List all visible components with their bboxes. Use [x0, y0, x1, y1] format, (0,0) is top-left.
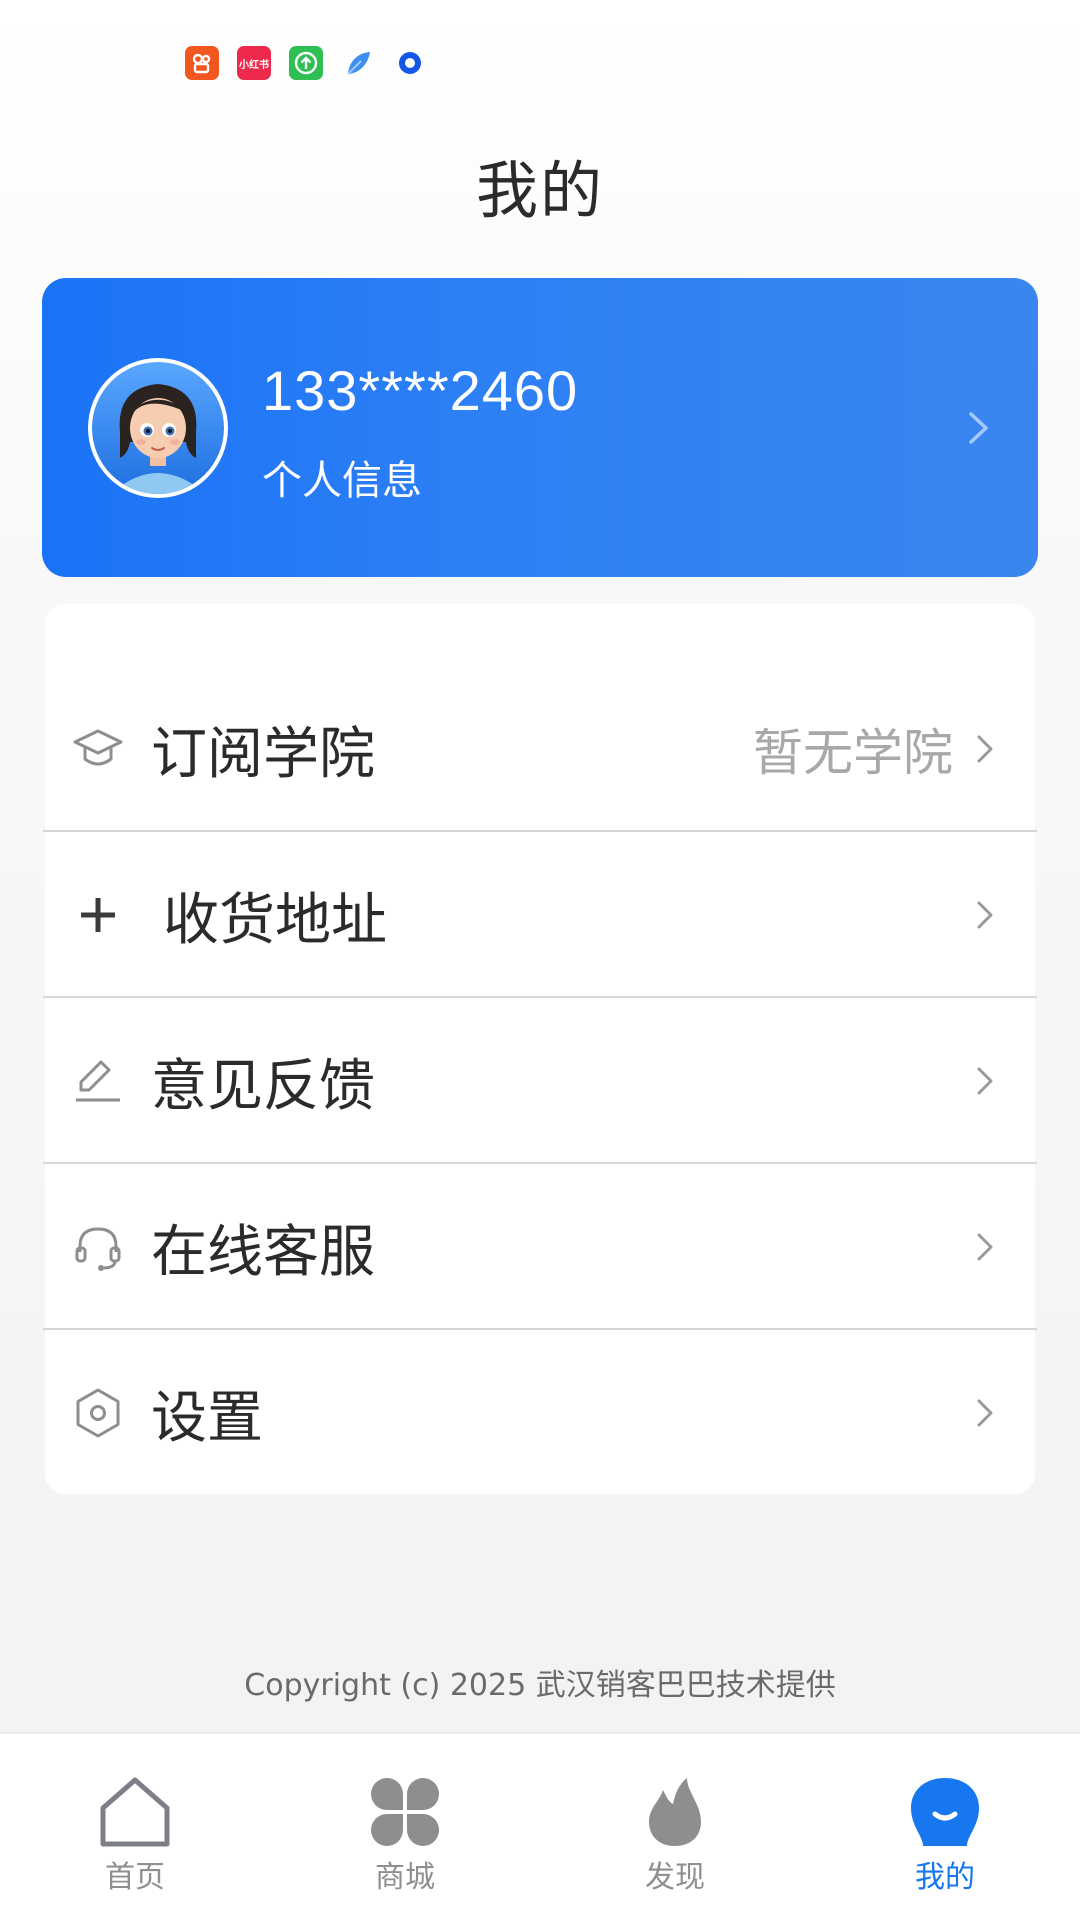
menu-item-label: 设置 — [151, 1385, 263, 1451]
menu-list: 订阅学院 暂无学院 收货地址 意见反馈 在线客服 设置 — [43, 604, 1037, 1496]
chevron-right-icon — [969, 412, 988, 444]
personal-info-label: 个人信息 — [262, 458, 422, 504]
menu-item-settings[interactable]: 设置 — [45, 1330, 1035, 1496]
bottom-tab-bar: 首页 商城 发现 我的 — [0, 1732, 1080, 1920]
hexagon-settings-icon — [71, 1386, 125, 1440]
menu-item-shipping-address[interactable]: 收货地址 — [43, 832, 1037, 998]
chevron-right-icon — [977, 1067, 993, 1095]
graduation-cap-icon — [71, 722, 125, 776]
chevron-right-icon — [977, 901, 993, 929]
profile-card[interactable]: 133****2460 个人信息 — [42, 278, 1038, 577]
ring-app-icon — [393, 46, 427, 80]
tab-mine[interactable]: 我的 — [865, 1774, 1025, 1904]
menu-item-label: 收货地址 — [163, 887, 387, 953]
phone-number: 133****2460 — [262, 359, 579, 422]
tab-label: 首页 — [105, 1860, 165, 1895]
clover-grid-icon — [371, 1778, 439, 1846]
avatar[interactable] — [88, 358, 228, 498]
menu-item-value: 暂无学院 — [753, 724, 953, 782]
menu-item-label: 订阅学院 — [151, 721, 375, 787]
tab-label: 我的 — [915, 1860, 975, 1895]
edit-pen-icon — [71, 1054, 125, 1108]
chevron-right-icon — [977, 1399, 993, 1427]
tab-label: 发现 — [645, 1860, 705, 1895]
tab-home[interactable]: 首页 — [55, 1774, 215, 1904]
status-bar: 小红书 — [0, 0, 1080, 100]
smile-bubble-icon — [911, 1778, 979, 1846]
home-icon — [100, 1777, 170, 1847]
menu-item-label: 在线客服 — [151, 1219, 375, 1285]
headset-icon — [71, 1220, 125, 1274]
menu-item-online-support[interactable]: 在线客服 — [43, 1164, 1037, 1330]
xiaohongshu-icon: 小红书 — [237, 46, 271, 80]
tab-discover[interactable]: 发现 — [595, 1774, 755, 1904]
flame-icon — [649, 1778, 701, 1846]
menu-item-label: 意见反馈 — [151, 1053, 375, 1119]
menu-item-subscribed-academy[interactable]: 订阅学院 暂无学院 — [43, 666, 1037, 832]
page-title: 我的 — [475, 154, 604, 227]
plus-icon — [71, 888, 125, 942]
kuaishou-icon — [185, 46, 219, 80]
tab-label: 商城 — [375, 1860, 435, 1895]
menu-item-feedback[interactable]: 意见反馈 — [43, 998, 1037, 1164]
chevron-right-icon — [977, 735, 993, 763]
copyright-text: Copyright (c) 2025 武汉销客巴巴技术提供 — [244, 1668, 836, 1703]
my-page: 小红书 我的 133****2460 个人信息 订阅学院 暂无学院 收货地址 意… — [0, 0, 1080, 1920]
tab-mall[interactable]: 商城 — [325, 1774, 485, 1904]
feather-app-icon — [341, 46, 375, 80]
upload-app-icon — [289, 46, 323, 80]
chevron-right-icon — [977, 1233, 993, 1261]
